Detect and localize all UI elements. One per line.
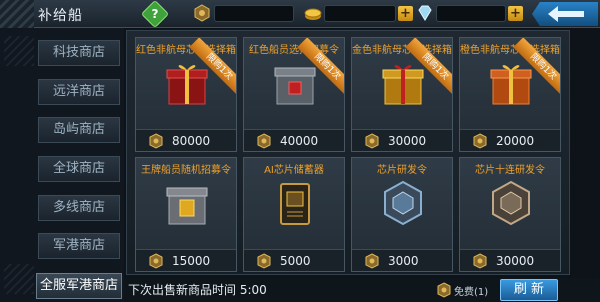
medal-icon [365,253,379,269]
add-gold-button[interactable]: + [398,6,413,21]
card-title: 芯片研发令 [377,165,427,176]
medal-icon [194,4,210,22]
top-bar: 补给船 ? + + [0,0,600,29]
gold-coins-icon [304,8,322,20]
diamond-counter [436,5,506,22]
shop-card[interactable]: 王牌船员随机招募令 15000 [135,157,237,272]
shop-card[interactable]: AI芯片储蓄器 5000 [243,157,345,272]
question-mark-icon: ? [151,7,159,21]
shop-card[interactable]: 红色非航母芯片选择箱 限购1次 80000 [135,37,237,152]
price-row: 3000 [352,249,452,271]
refresh-button[interactable]: 刷 新 [500,279,558,301]
shop-card[interactable]: 芯片十连研发令 30000 [459,157,561,272]
card-title: AI芯片储蓄器 [264,165,324,176]
sidebar-item-tech-shop[interactable]: 科技商店 [38,40,120,66]
shop-card[interactable]: 芯片研发令 3000 [351,157,453,272]
price-value: 15000 [172,254,211,268]
medal-icon [257,133,271,149]
medal-icon [149,133,163,149]
gold-gift-box-icon [382,65,424,105]
gold-crate-icon [166,187,208,225]
medal-icon [149,253,163,269]
price-row: 15000 [136,249,236,271]
sidebar-item-server-naval-port-shop[interactable]: 全服军港商店 [36,273,122,299]
arrow-left-icon [548,6,584,22]
price-row: 80000 [136,129,236,151]
medal-icon [473,253,487,269]
medal-icon [365,133,379,149]
medal-icon [257,253,271,269]
price-row: 5000 [244,249,344,271]
medal-icon [437,282,451,298]
chip-storage-icon [280,183,310,225]
diamond-icon [418,5,432,21]
price-row: 20000 [460,129,560,151]
shop-card[interactable]: 橙色非航母芯片选择箱 限购1次 20000 [459,37,561,152]
free-refresh-count: 免费(1) [454,287,489,298]
medal-counter [214,5,294,22]
grey-crate-icon [274,67,316,105]
medal-icon [473,133,487,149]
price-value: 40000 [280,134,319,148]
card-title: 金色非航母芯片选择箱 [352,45,452,56]
add-diamond-button[interactable]: + [508,6,523,21]
page-title: 补给船 [38,8,83,24]
card-title: 橙色非航母芯片选择箱 [460,45,560,56]
price-row: 30000 [352,129,452,151]
chip-ten-medal-icon [492,180,530,226]
gold-counter [324,5,396,22]
sidebar-item-ocean-shop[interactable]: 远洋商店 [38,79,120,105]
price-value: 80000 [172,134,211,148]
help-button[interactable]: ? [140,0,170,29]
shop-panel: 红色非航母芯片选择箱 限购1次 80000 红色船员选择招募令 限购1次 400… [126,30,570,275]
sidebar-item-naval-port-shop[interactable]: 军港商店 [38,233,120,259]
sidebar-item-island-shop[interactable]: 岛屿商店 [38,117,120,143]
card-title: 王牌船员随机招募令 [141,165,231,176]
refresh-countdown: 下次出售新商品时间 5:00 [128,283,267,297]
price-row: 40000 [244,129,344,151]
price-row: 30000 [460,249,560,271]
sidebar-decoration [4,264,34,294]
card-title: 红色非航母芯片选择箱 [136,45,236,56]
chip-medal-icon [384,180,422,226]
red-gift-box-icon [166,65,208,105]
price-value: 30000 [388,134,427,148]
price-value: 5000 [280,254,311,268]
sidebar-item-global-shop[interactable]: 全球商店 [38,156,120,182]
sidebar-decoration [4,36,34,66]
sidebar-item-multiline-shop[interactable]: 多线商店 [38,195,120,221]
title-decoration [0,0,34,28]
card-title: 芯片十连研发令 [475,165,545,176]
shop-card[interactable]: 金色非航母芯片选择箱 限购1次 30000 [351,37,453,152]
price-value: 30000 [496,254,535,268]
orange-gift-box-icon [490,65,532,105]
shop-card[interactable]: 红色船员选择招募令 限购1次 40000 [243,37,345,152]
card-title: 红色船员选择招募令 [249,45,339,56]
price-value: 3000 [388,254,419,268]
back-button[interactable] [532,2,598,26]
price-value: 20000 [496,134,535,148]
bottom-bar: 下次出售新商品时间 5:00 免费(1) 刷 新 [124,278,600,302]
